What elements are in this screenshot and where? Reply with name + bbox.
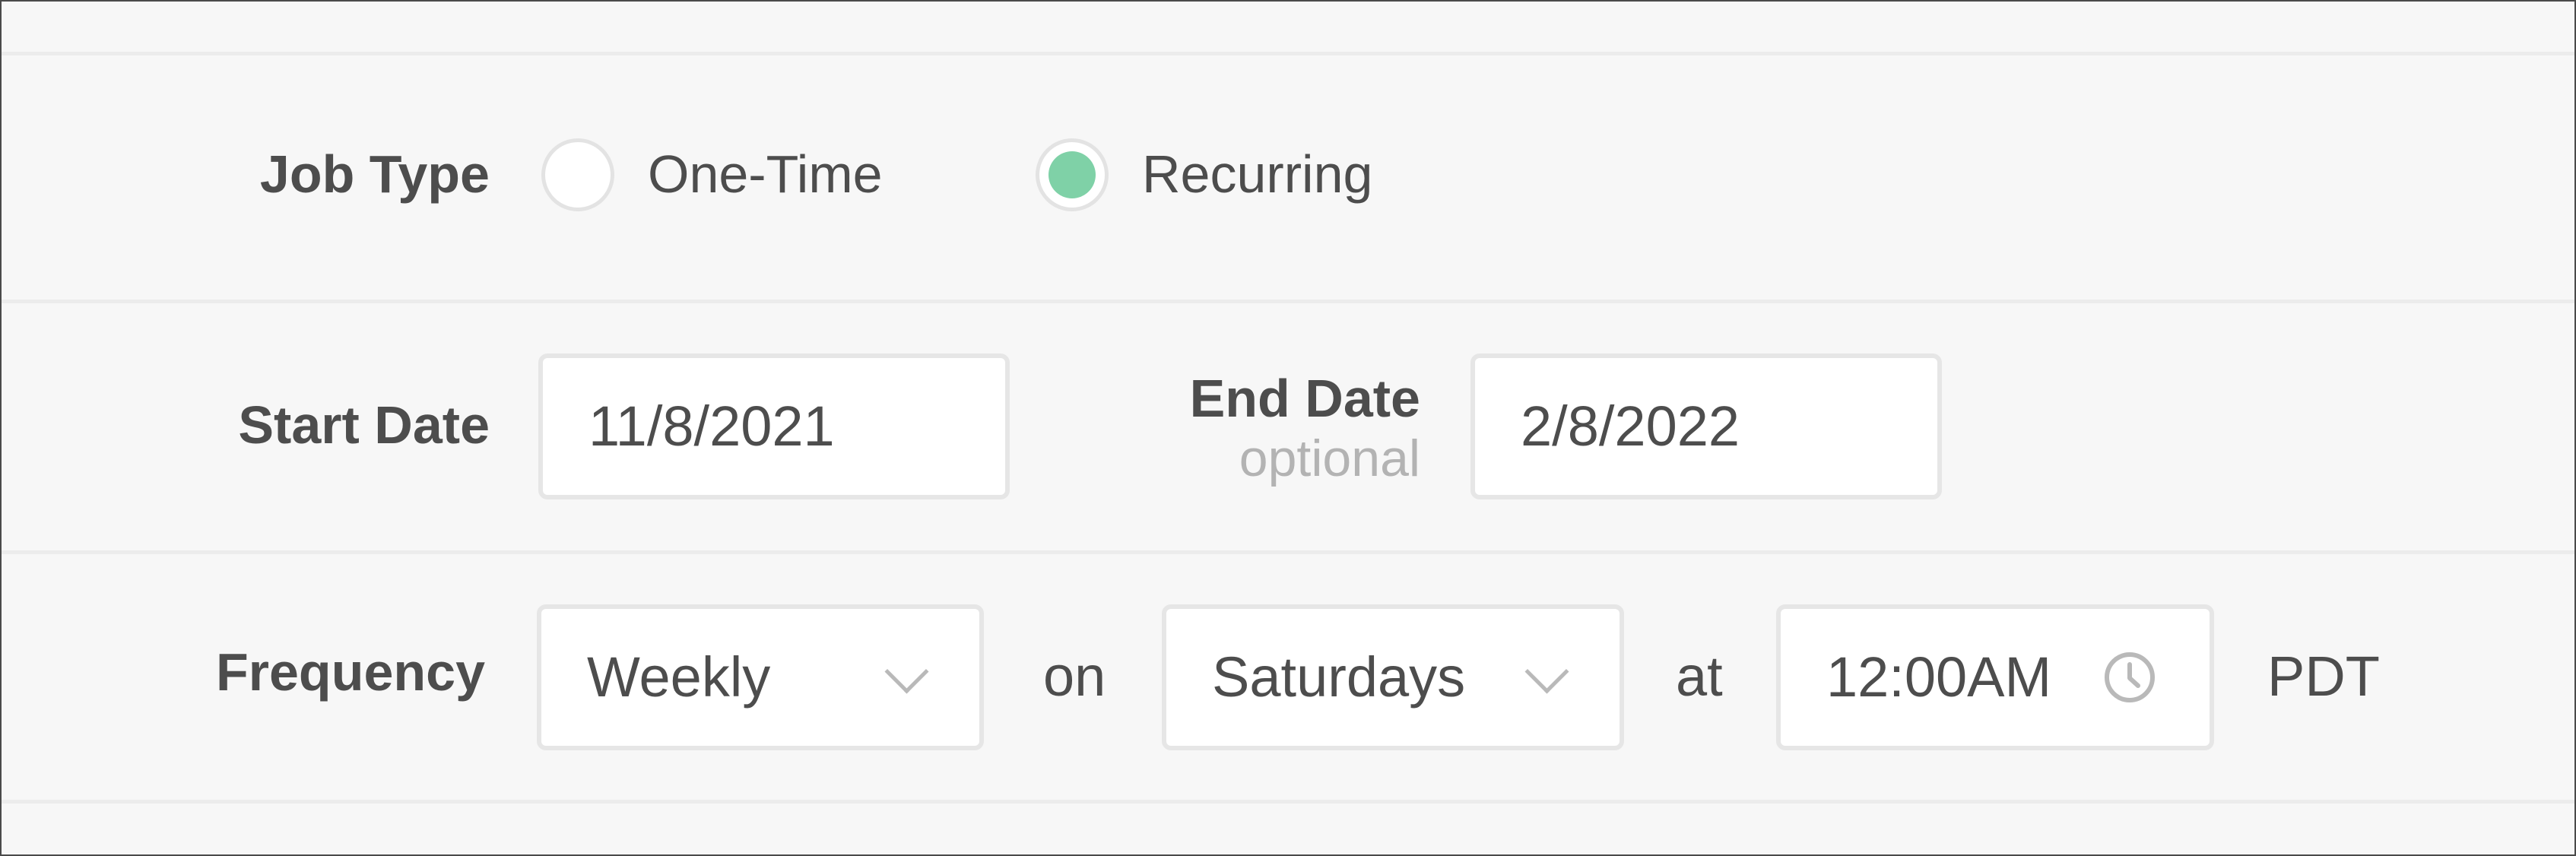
chevron-down-icon — [884, 649, 929, 694]
frequency-select[interactable]: Weekly — [537, 604, 984, 750]
timezone-label: PDT — [2267, 645, 2380, 708]
on-text: on — [1043, 645, 1106, 708]
time-value: 12:00AM — [1826, 645, 2052, 709]
one-time-label[interactable]: One-Time — [648, 147, 883, 201]
start-date-input[interactable]: 11/8/2021 — [538, 353, 1010, 499]
day-select[interactable]: Saturdays — [1162, 604, 1624, 750]
one-time-radio[interactable] — [541, 138, 614, 211]
job-type-row: Job Type One-Time Recurring — [2, 2, 2574, 298]
job-schedule-form: Job Type One-Time Recurring Start Date 1… — [0, 0, 2576, 856]
start-date-label: Start Date — [238, 395, 490, 455]
recurring-label[interactable]: Recurring — [1142, 147, 1372, 201]
start-date-value: 11/8/2021 — [588, 395, 835, 458]
end-date-label: End Date — [1189, 369, 1420, 428]
end-date-optional-hint: optional — [1239, 430, 1420, 487]
frequency-value: Weekly — [587, 645, 771, 709]
end-date-value: 2/8/2022 — [1521, 395, 1740, 458]
frequency-row: Frequency Weekly on Saturdays at 12:00AM… — [2, 553, 2574, 802]
job-type-label: Job Type — [259, 144, 490, 204]
divider — [2, 800, 2574, 804]
day-value: Saturdays — [1212, 645, 1466, 709]
radio-selected-dot — [1048, 151, 1096, 198]
frequency-label: Frequency — [216, 642, 485, 702]
dates-row: Start Date 11/8/2021 End Date optional 2… — [2, 302, 2574, 553]
end-date-input[interactable]: 2/8/2022 — [1470, 353, 1942, 499]
time-input[interactable]: 12:00AM — [1776, 604, 2214, 750]
clock-icon[interactable] — [2103, 651, 2156, 704]
chevron-down-icon — [1524, 649, 1569, 694]
at-text: at — [1676, 645, 1723, 708]
recurring-radio[interactable] — [1036, 138, 1109, 211]
